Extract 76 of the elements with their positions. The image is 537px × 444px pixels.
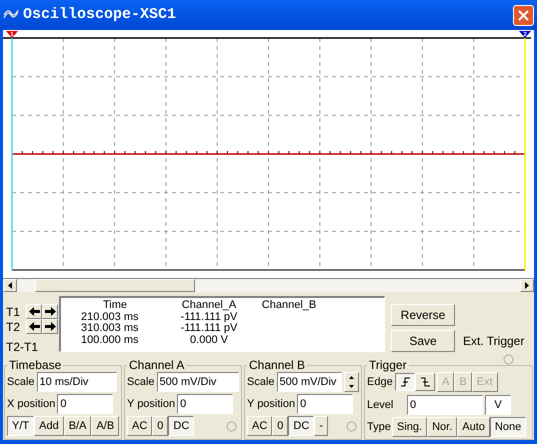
table-cell-text: 100.000 ms: [81, 334, 140, 346]
scrollbar[interactable]: [3, 278, 534, 292]
field-label: Edge: [367, 374, 394, 390]
right-arrow-icon: [44, 322, 56, 331]
field-label: Type: [367, 420, 392, 435]
radio-icon[interactable]: [346, 420, 357, 432]
input-field[interactable]: 0: [177, 394, 234, 414]
left-arrow-icon: [28, 307, 40, 316]
app-icon: [3, 9, 19, 21]
table-cell-text: 0.000 V: [189, 334, 229, 346]
field-label: Y position: [127, 396, 176, 412]
field-label: Level: [367, 398, 394, 413]
spinner[interactable]: [344, 372, 359, 392]
input-field[interactable]: 0: [57, 394, 114, 414]
close-icon: [518, 10, 529, 20]
toggle-button[interactable]: DC: [168, 416, 194, 436]
input-field[interactable]: 0: [297, 394, 354, 414]
toggle-button[interactable]: Auto: [457, 417, 490, 437]
cursor-label: T1: [6, 304, 22, 320]
column-header: Channel_B: [260, 300, 318, 312]
group-title: Channel A: [128, 358, 186, 372]
toggle-button[interactable]: Y/T: [7, 416, 34, 436]
column-header: Channel_A: [180, 300, 238, 312]
ext-trigger-label: Ext. Trigger: [463, 333, 524, 350]
toggle-button[interactable]: 0: [272, 416, 288, 436]
column-header: Time: [102, 300, 128, 312]
input-field[interactable]: 500 mV/Div: [156, 372, 239, 392]
input-field[interactable]: 0: [407, 395, 483, 415]
right-arrow-icon: [44, 307, 56, 316]
action-button[interactable]: Save: [391, 330, 455, 352]
toggle-button[interactable]: AC: [247, 416, 272, 436]
cursor-label: T2-T1: [6, 339, 40, 356]
table-cell-text: -111.111 pV: [180, 323, 238, 334]
scroll-thumb[interactable]: [35, 279, 195, 292]
field-label: Scale: [7, 374, 35, 390]
edge-button[interactable]: [395, 373, 415, 391]
arrow-button[interactable]: [42, 319, 58, 334]
spin-down-icon: [349, 385, 354, 388]
spin-up-icon: [349, 376, 354, 379]
cursor-label: T2: [6, 318, 22, 336]
radio-icon[interactable]: [503, 354, 514, 365]
scroll-right-icon[interactable]: [525, 282, 529, 289]
field-label: Y position: [247, 396, 296, 412]
toggle-button[interactable]: A/B: [91, 416, 120, 436]
table-cell-text: 310.003 ms: [81, 323, 140, 334]
field-label: Scale: [127, 374, 155, 390]
table-cell-text: 210.003 ms: [81, 312, 140, 323]
close-button[interactable]: [513, 4, 534, 26]
group-title: Timebase: [8, 358, 62, 372]
arrow-button[interactable]: [26, 304, 42, 319]
scroll-left-icon[interactable]: [8, 282, 12, 289]
action-button[interactable]: Reverse: [391, 304, 455, 326]
field-label: Scale: [247, 374, 275, 390]
toggle-button[interactable]: DC: [288, 416, 314, 436]
table-cell-text: -111.111 pV: [180, 312, 238, 322]
window-title: Oscilloscope-XSC1: [23, 4, 176, 25]
group-title: Channel B: [248, 358, 306, 372]
arrow-button[interactable]: [42, 304, 58, 319]
unit-field[interactable]: V: [485, 395, 511, 415]
arrow-button[interactable]: [26, 319, 42, 334]
radio-icon[interactable]: [226, 420, 237, 432]
toggle-button[interactable]: 0: [152, 416, 168, 436]
toggle-button[interactable]: -: [314, 416, 328, 436]
falling-edge-icon: [420, 377, 430, 387]
input-field[interactable]: 10 ms/Div: [36, 372, 117, 392]
toggle-button[interactable]: B/A: [64, 416, 92, 436]
toggle-button[interactable]: Add: [34, 416, 64, 436]
toggle-button[interactable]: Sing.: [392, 417, 428, 437]
input-field[interactable]: 500 mV/Div: [276, 372, 342, 392]
field-label: X position: [7, 396, 56, 412]
rising-edge-icon: [400, 377, 410, 387]
toggle-button[interactable]: None: [490, 417, 526, 437]
toggle-button[interactable]: AC: [127, 416, 152, 436]
left-arrow-icon: [28, 322, 40, 331]
toggle-button[interactable]: Nor.: [427, 417, 458, 437]
group-title: Trigger: [368, 358, 408, 372]
